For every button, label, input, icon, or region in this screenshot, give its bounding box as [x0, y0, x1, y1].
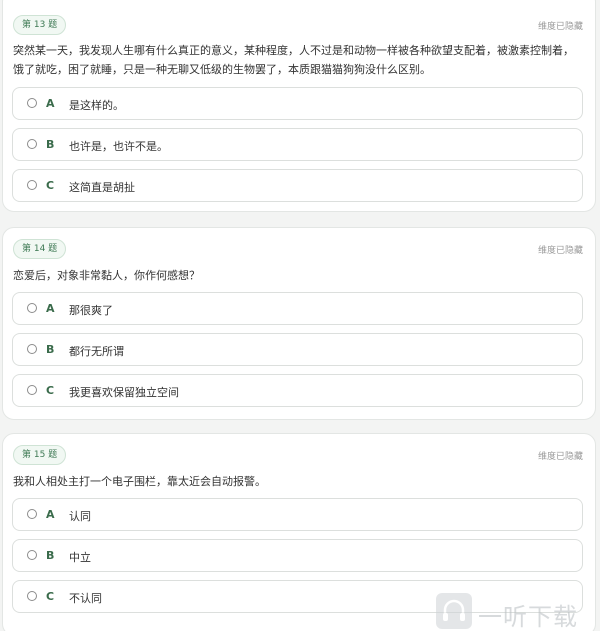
option-letter: B — [46, 343, 55, 356]
option-c[interactable]: C 我更喜欢保留独立空间 — [12, 374, 583, 407]
question-number-badge: 第 13 题 — [13, 15, 67, 35]
question-number-badge: 第 15 题 — [13, 445, 67, 465]
option-text: 是这样的。 — [69, 99, 124, 112]
options-list: A 是这样的。 B 也许是，也许不是。 C 这简直是胡扯 — [12, 87, 583, 210]
headphone-logo-icon — [436, 593, 472, 629]
option-text: 那很爽了 — [69, 304, 113, 317]
option-b[interactable]: B 也许是，也许不是。 — [12, 128, 583, 161]
option-letter: A — [46, 302, 55, 315]
radio-button[interactable] — [27, 385, 37, 395]
watermark-text: 一听下载 — [478, 603, 578, 631]
option-text: 这简直是胡扯 — [69, 181, 135, 194]
question-card-14: 第 14 题 维度已隐藏 恋爱后，对象非常黏人，你作何感想？ A 那很爽了 B … — [2, 227, 596, 420]
option-letter: B — [46, 549, 55, 562]
option-text: 不认同 — [69, 592, 102, 605]
option-text: 都行无所谓 — [69, 345, 124, 358]
question-text: 恋爱后，对象非常黏人，你作何感想？ — [13, 269, 200, 282]
radio-button[interactable] — [27, 509, 37, 519]
question-text: 突然某一天，我发现人生哪有什么真正的意义，某种程度，人不过是和动物一样被各种欲望… — [13, 44, 574, 76]
radio-button[interactable] — [27, 591, 37, 601]
option-letter: C — [46, 590, 55, 603]
option-a[interactable]: A 是这样的。 — [12, 87, 583, 120]
option-letter: A — [46, 97, 55, 110]
radio-button[interactable] — [27, 180, 37, 190]
option-letter: C — [46, 384, 55, 397]
question-text: 我和人相处主打一个电子围栏，靠太近会自动报警。 — [13, 475, 266, 488]
option-b[interactable]: B 中立 — [12, 539, 583, 572]
dimension-hidden-label: 维度已隐藏 — [537, 452, 583, 462]
option-text: 我更喜欢保留独立空间 — [69, 386, 179, 399]
option-letter: C — [46, 179, 55, 192]
option-a[interactable]: A 那很爽了 — [12, 292, 583, 325]
option-letter: A — [46, 508, 55, 521]
options-list: A 那很爽了 B 都行无所谓 C 我更喜欢保留独立空间 — [12, 292, 583, 415]
radio-button[interactable] — [27, 98, 37, 108]
radio-button[interactable] — [27, 344, 37, 354]
watermark: 一听下载 — [436, 593, 596, 631]
radio-button[interactable] — [27, 303, 37, 313]
dimension-hidden-label: 维度已隐藏 — [537, 22, 583, 32]
question-card-13: 第 13 题 维度已隐藏 突然某一天，我发现人生哪有什么真正的意义，某种程度，人… — [2, 0, 596, 212]
option-text: 认同 — [69, 510, 91, 523]
option-c[interactable]: C 这简直是胡扯 — [12, 169, 583, 202]
radio-button[interactable] — [27, 550, 37, 560]
radio-button[interactable] — [27, 139, 37, 149]
option-b[interactable]: B 都行无所谓 — [12, 333, 583, 366]
option-letter: B — [46, 138, 55, 151]
question-number-badge: 第 14 题 — [13, 239, 67, 259]
dimension-hidden-label: 维度已隐藏 — [537, 246, 583, 256]
option-text: 也许是，也许不是。 — [69, 140, 168, 153]
option-text: 中立 — [69, 551, 91, 564]
option-a[interactable]: A 认同 — [12, 498, 583, 531]
